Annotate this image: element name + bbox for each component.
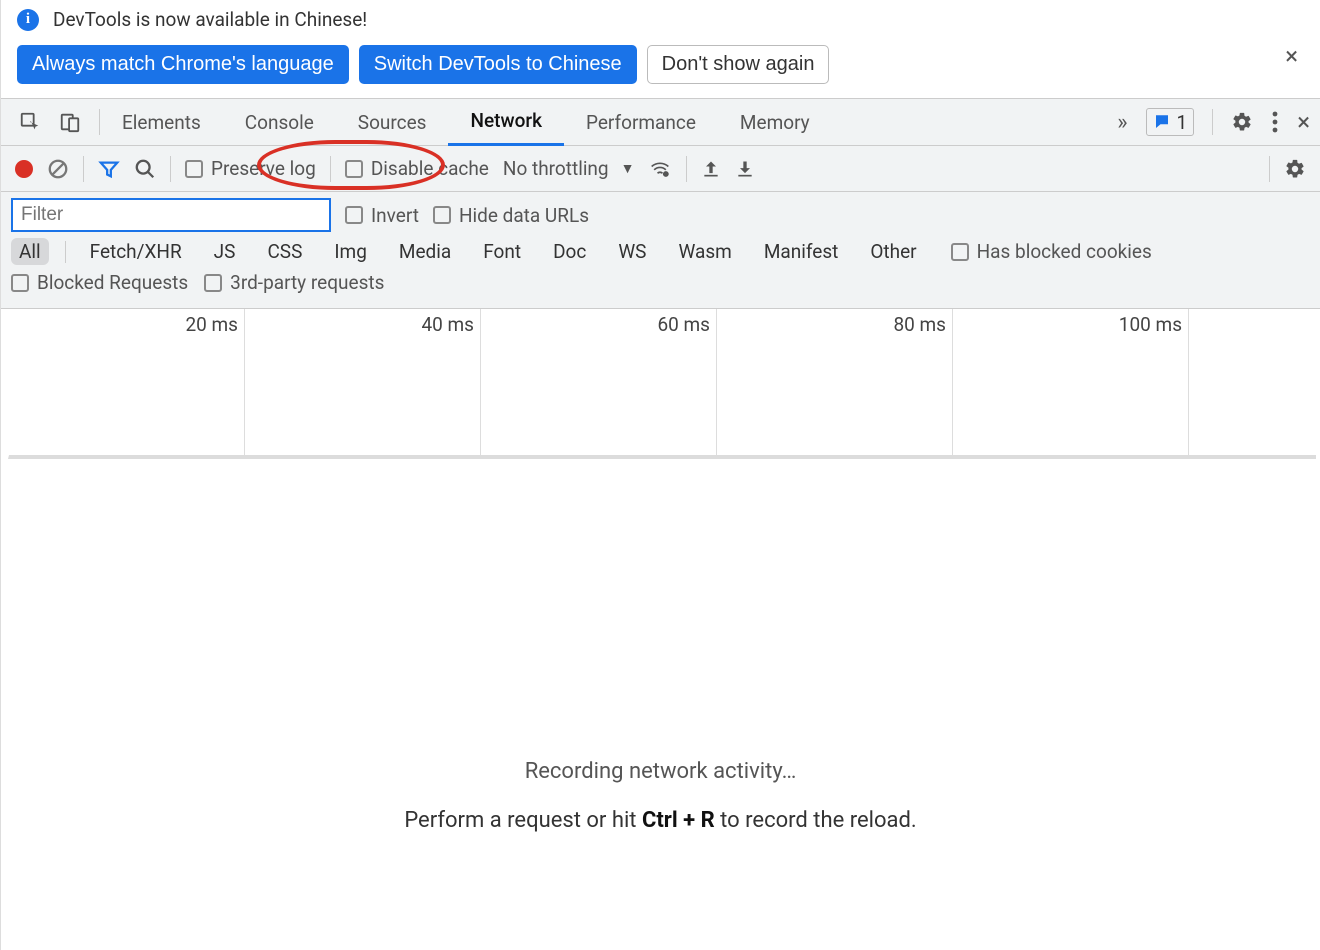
third-party-checkbox[interactable]: 3rd-party requests: [204, 271, 384, 294]
disable-cache-label: Disable cache: [371, 157, 489, 180]
tab-performance[interactable]: Performance: [564, 100, 718, 145]
network-settings-icon[interactable]: [1284, 158, 1306, 180]
disable-cache-checkbox[interactable]: Disable cache: [345, 157, 489, 180]
checkbox-icon: [433, 206, 451, 224]
empty-state: Recording network activity… Perform a re…: [1, 759, 1320, 833]
device-toolbar-icon[interactable]: [59, 111, 81, 133]
type-pill-doc[interactable]: Doc: [545, 238, 594, 265]
type-pill-js[interactable]: JS: [206, 238, 244, 265]
preserve-log-checkbox[interactable]: Preserve log: [185, 157, 316, 180]
checkbox-icon: [345, 160, 363, 178]
blocked-requests-label: Blocked Requests: [37, 271, 188, 294]
issues-icon: [1153, 113, 1171, 131]
checkbox-icon: [951, 243, 969, 261]
divider: [686, 156, 687, 182]
info-icon: i: [17, 9, 39, 31]
tab-sources[interactable]: Sources: [336, 100, 449, 145]
main-tabstrip: Elements Console Sources Network Perform…: [1, 98, 1320, 146]
match-language-button[interactable]: Always match Chrome's language: [17, 45, 349, 84]
empty-hint-a: Perform a request or hit: [404, 808, 642, 833]
tick-label: 40 ms: [421, 313, 474, 336]
checkbox-icon: [11, 274, 29, 292]
third-party-label: 3rd-party requests: [230, 271, 384, 294]
infobar-buttons: Always match Chrome's language Switch De…: [1, 31, 1320, 98]
tab-elements[interactable]: Elements: [100, 100, 223, 145]
type-pill-css[interactable]: CSS: [259, 238, 310, 265]
invert-label: Invert: [371, 204, 419, 227]
switch-language-button[interactable]: Switch DevTools to Chinese: [359, 45, 637, 84]
dont-show-again-button[interactable]: Don't show again: [647, 45, 830, 84]
throttling-select[interactable]: No throttling ▼: [503, 157, 635, 180]
network-toolbar: Preserve log Disable cache No throttling…: [1, 146, 1320, 192]
type-pill-font[interactable]: Font: [475, 238, 529, 265]
infobar-close-icon[interactable]: ×: [1285, 42, 1298, 70]
checkbox-icon: [185, 160, 203, 178]
search-icon[interactable]: [134, 158, 156, 180]
settings-icon[interactable]: [1231, 111, 1253, 133]
type-pill-fetchxhr[interactable]: Fetch/XHR: [82, 238, 190, 265]
kebab-menu-icon[interactable]: [1271, 111, 1279, 133]
type-pill-manifest[interactable]: Manifest: [756, 238, 847, 265]
filter-icon[interactable]: [98, 158, 120, 180]
divider: [83, 156, 84, 182]
inspect-icons-group: [19, 99, 99, 145]
divider: [65, 241, 66, 263]
checkbox-icon: [204, 274, 222, 292]
checkbox-icon: [345, 206, 363, 224]
dropdown-icon: ▼: [621, 160, 635, 177]
has-blocked-cookies-checkbox[interactable]: Has blocked cookies: [951, 240, 1152, 263]
record-button[interactable]: [15, 160, 33, 178]
has-blocked-cookies-label: Has blocked cookies: [977, 240, 1152, 263]
tick-label: 60 ms: [657, 313, 710, 336]
type-pill-ws[interactable]: WS: [610, 238, 654, 265]
inspect-element-icon[interactable]: [19, 111, 41, 133]
filter-bar: Invert Hide data URLs All Fetch/XHR JS C…: [1, 192, 1320, 309]
import-har-icon[interactable]: [701, 158, 721, 180]
type-pill-wasm[interactable]: Wasm: [670, 238, 739, 265]
divider: [1212, 109, 1213, 135]
tab-network[interactable]: Network: [448, 98, 564, 146]
infobar: i DevTools is now available in Chinese! …: [1, 0, 1320, 31]
infobar-message: DevTools is now available in Chinese!: [53, 8, 367, 31]
hide-data-urls-checkbox[interactable]: Hide data URLs: [433, 204, 589, 227]
export-har-icon[interactable]: [735, 158, 755, 180]
filter-input[interactable]: [11, 198, 331, 232]
issues-badge[interactable]: 1: [1146, 108, 1195, 136]
close-devtools-icon[interactable]: ×: [1297, 108, 1310, 136]
divider: [330, 156, 331, 182]
type-pill-media[interactable]: Media: [391, 238, 459, 265]
tick-label: 20 ms: [185, 313, 238, 336]
timeline-overview[interactable]: 20 ms 40 ms 60 ms 80 ms 100 ms: [8, 309, 1316, 459]
clear-icon[interactable]: [47, 158, 69, 180]
type-pill-other[interactable]: Other: [862, 238, 924, 265]
type-pill-all[interactable]: All: [11, 238, 49, 265]
more-tabs-icon[interactable]: »: [1117, 110, 1127, 135]
tick-label: 100 ms: [1119, 313, 1182, 336]
empty-title: Recording network activity…: [1, 759, 1320, 784]
preserve-log-label: Preserve log: [211, 157, 316, 180]
divider: [1269, 156, 1270, 182]
kbd-shortcut: Ctrl + R: [642, 808, 715, 833]
empty-hint: Perform a request or hit Ctrl + R to rec…: [1, 808, 1320, 833]
hide-data-urls-label: Hide data URLs: [459, 204, 589, 227]
type-pill-img[interactable]: Img: [326, 238, 375, 265]
invert-checkbox[interactable]: Invert: [345, 204, 419, 227]
tick-label: 80 ms: [893, 313, 946, 336]
tab-memory[interactable]: Memory: [718, 100, 832, 145]
blocked-requests-checkbox[interactable]: Blocked Requests: [11, 271, 188, 294]
empty-hint-b: to record the reload.: [715, 808, 917, 833]
issues-count: 1: [1177, 111, 1188, 134]
tab-console[interactable]: Console: [223, 100, 336, 145]
divider: [170, 156, 171, 182]
throttling-value: No throttling: [503, 157, 609, 180]
network-conditions-icon[interactable]: [648, 159, 672, 179]
